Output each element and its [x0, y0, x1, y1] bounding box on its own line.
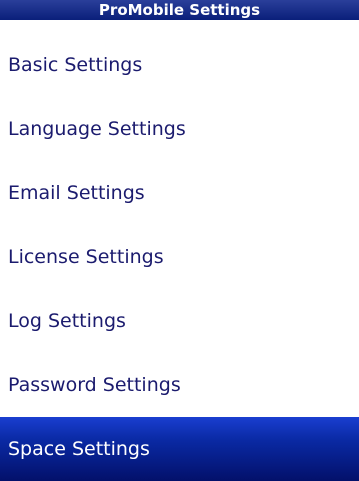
screen-title: ProMobile Settings — [98, 1, 261, 19]
menu-item-basic-settings[interactable]: Basic Settings — [0, 33, 359, 97]
menu-item-email-settings[interactable]: Email Settings — [0, 161, 359, 225]
menu-item-password-settings[interactable]: Password Settings — [0, 353, 359, 417]
menu-item-language-settings[interactable]: Language Settings — [0, 97, 359, 161]
menu-item-space-settings[interactable]: Space Settings — [0, 417, 359, 481]
menu-item-license-settings[interactable]: License Settings — [0, 225, 359, 289]
menu-item-log-settings[interactable]: Log Settings — [0, 289, 359, 353]
title-bar: ProMobile Settings — [0, 0, 359, 20]
settings-menu: Basic Settings Language Settings Email S… — [0, 33, 359, 481]
